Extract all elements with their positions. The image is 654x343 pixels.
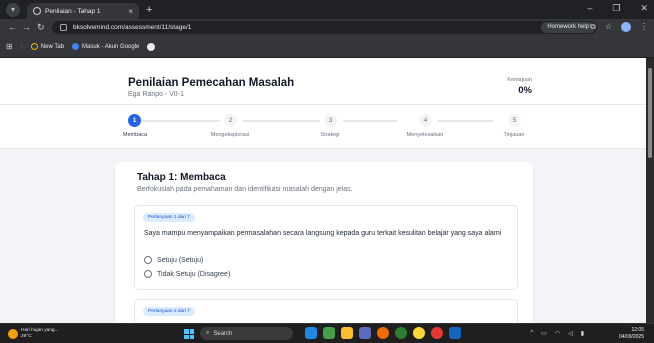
system-clock[interactable]: 12:05 04/09/2025	[619, 327, 644, 340]
menu-icon[interactable]: ⋮	[640, 22, 648, 32]
radio-button[interactable]	[144, 270, 152, 278]
weather-text: Hari hujan yang...	[21, 328, 59, 333]
page-header: Penilaian Pemecahan Masalah Ega Ranpo - …	[0, 58, 646, 105]
file-explorer-icon[interactable]	[341, 327, 353, 339]
app-icon-2[interactable]	[323, 327, 335, 339]
student-info: Ega Ranpo - VII-1	[128, 91, 185, 98]
search-label: Search	[213, 330, 233, 337]
tab-close-icon[interactable]: ×	[128, 7, 133, 16]
step-connector	[243, 120, 320, 122]
step-1-label: Membaca	[122, 132, 148, 138]
progress-value: 0%	[518, 85, 532, 96]
toolbar-icons: ⧉ ☆ ⋮	[590, 22, 648, 32]
step-4-circle[interactable]: 4	[419, 114, 432, 127]
browser-tab-strip: ▾ Penilaian - Tahap 1 × + – ❐ ✕	[0, 0, 654, 19]
volume-icon[interactable]: ◁	[568, 330, 573, 337]
new-tab-bookmark-icon	[30, 43, 38, 50]
reload-icon[interactable]: ↻	[37, 22, 45, 33]
search-icon: ⌕	[206, 330, 210, 336]
back-icon[interactable]: ←	[8, 22, 17, 32]
question-card-2: Pertanyaan 2 dari 7	[134, 299, 518, 323]
option-agree[interactable]: Setuju (Setuju)	[144, 256, 203, 264]
whatsapp-icon[interactable]	[395, 327, 407, 339]
bookmark-label: New Tab	[40, 43, 65, 50]
os-taskbar: Hari hujan yang... 29°C ⌕ Search ^ ▭ ◠ ◁…	[0, 323, 654, 343]
google-icon	[72, 43, 80, 50]
page-scrollbar[interactable]	[646, 58, 654, 323]
option-disagree[interactable]: Tidak Setuju (Disagree)	[144, 270, 230, 278]
step-2-circle[interactable]: 2	[224, 114, 237, 127]
question-card-1: Pertanyaan 1 dari 7 Saya mampu menyampai…	[134, 205, 518, 290]
tab-title: Penilaian - Tahap 1	[45, 7, 101, 15]
wifi-icon[interactable]: ◠	[555, 330, 560, 337]
stage-card: Tahap 1: Membaca Berfokuslah pada pemaha…	[115, 162, 533, 323]
bookmark-new-tab[interactable]: New Tab	[30, 43, 65, 50]
page-title: Penilaian Pemecahan Masalah	[128, 77, 295, 89]
step-3-label: Strategi	[320, 132, 340, 138]
app-icon-5[interactable]	[377, 327, 389, 339]
web-page: Penilaian Pemecahan Masalah Ega Ranpo - …	[0, 58, 646, 323]
weather-temp: 29°C	[21, 333, 32, 339]
bookmark-extra-icon[interactable]	[147, 42, 156, 51]
step-connector	[343, 120, 397, 122]
step-3-circle[interactable]: 3	[324, 114, 337, 127]
radio-button[interactable]	[144, 256, 152, 264]
apps-grid-icon[interactable]: ⊞	[6, 42, 13, 51]
question-badge: Pertanyaan 2 dari 7	[143, 307, 195, 316]
weather-widget[interactable]: Hari hujan yang... 29°C	[8, 328, 59, 339]
step-2-label: Mengeksplorasi	[210, 132, 250, 138]
taskbar-apps	[305, 327, 461, 339]
new-tab-icon[interactable]: +	[146, 4, 152, 16]
option-label: Setuju (Setuju)	[157, 256, 204, 264]
battery-icon[interactable]: ▮	[581, 330, 584, 337]
app-icon-4[interactable]	[359, 327, 371, 339]
forward-icon[interactable]: →	[22, 22, 31, 32]
step-5-label: Tinjauan	[503, 132, 525, 138]
tray-app-icon[interactable]: ▭	[541, 330, 547, 337]
profile-avatar[interactable]	[621, 22, 631, 32]
browser-tab[interactable]: Penilaian - Tahap 1 ×	[27, 3, 139, 19]
step-connector	[438, 120, 493, 122]
step-5-circle[interactable]: 5	[508, 114, 521, 127]
homework-help-button[interactable]: Homework help	[541, 22, 595, 33]
site-info-icon[interactable]	[60, 24, 67, 31]
stage-description: Berfokuslah pada pemahaman dan identifik…	[137, 186, 353, 193]
minimize-icon[interactable]: –	[587, 3, 592, 14]
app-icon-1[interactable]	[305, 327, 317, 339]
chrome-profile-icon[interactable]	[431, 327, 443, 339]
tab-favicon-icon	[33, 7, 41, 15]
url-text: bksolvemind.com/assessment/11/stage/1	[73, 24, 192, 31]
taskbar-search[interactable]: ⌕ Search	[200, 327, 293, 340]
question-text: Saya mampu menyampaikan permasalahan sec…	[144, 230, 502, 237]
extensions-icon[interactable]: ⧉	[590, 22, 596, 32]
bookmark-google-account[interactable]: Masuk - Akun Google	[72, 43, 139, 50]
stage-title: Tahap 1: Membaca	[137, 172, 226, 183]
chrome-icon[interactable]	[413, 327, 425, 339]
option-label: Tidak Setuju (Disagree)	[157, 270, 231, 278]
tray-chevron-icon[interactable]: ^	[530, 330, 533, 337]
stage-stepper: 1 2 3 4 5 Membaca Mengeksplorasi Strateg…	[0, 105, 646, 149]
close-window-icon[interactable]: ✕	[640, 3, 648, 14]
step-connector	[143, 120, 220, 122]
address-toolbar: ← → ↻ bksolvemind.com/assessment/11/stag…	[0, 19, 654, 36]
word-icon[interactable]	[449, 327, 461, 339]
bookmark-label: Masuk - Akun Google	[82, 43, 140, 50]
clock-date: 04/09/2025	[618, 333, 644, 340]
bookmarks-bar: ⊞ | New Tab Masuk - Akun Google	[0, 36, 654, 58]
windows-start-icon[interactable]	[184, 329, 194, 339]
bookmark-star-icon[interactable]: ☆	[605, 22, 612, 32]
step-4-label: Menyelesaikan	[406, 132, 444, 138]
scrollbar-thumb[interactable]	[648, 68, 652, 158]
system-tray: ^ ▭ ◠ ◁ ▮	[530, 330, 584, 337]
progress-label: Kemajuan	[507, 77, 532, 83]
step-1-circle[interactable]: 1	[128, 114, 141, 127]
maximize-icon[interactable]: ❐	[612, 3, 620, 14]
question-badge: Pertanyaan 1 dari 7	[143, 213, 195, 222]
weather-icon	[8, 328, 18, 339]
tab-search-icon[interactable]: ▾	[6, 3, 20, 17]
address-bar[interactable]: bksolvemind.com/assessment/11/stage/1 Ho…	[52, 21, 597, 34]
window-controls: – ❐ ✕	[587, 3, 648, 14]
